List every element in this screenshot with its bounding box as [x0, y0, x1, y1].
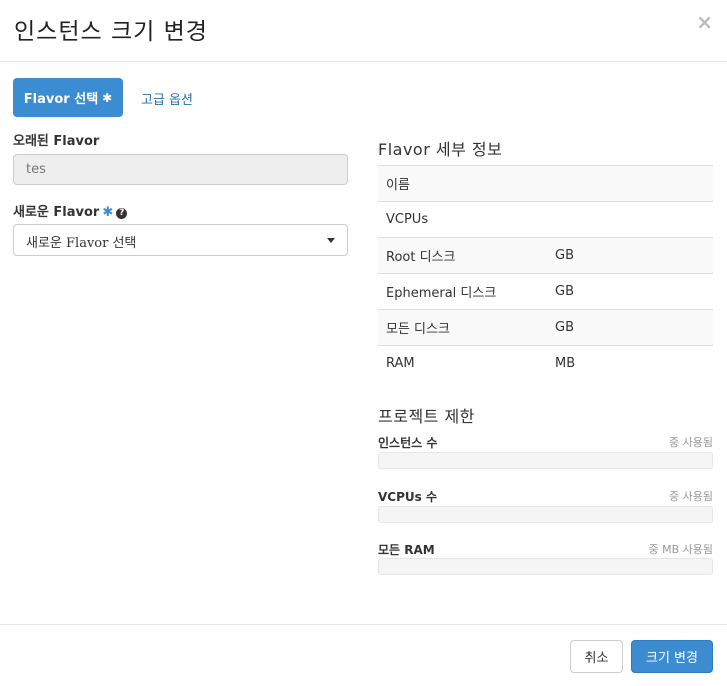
help-icon[interactable]: ? [116, 208, 128, 219]
quota-used-instances: 중 사용됨 [669, 436, 713, 449]
quota-bar-instances [378, 452, 713, 469]
quota-bar-vcpus [378, 506, 713, 523]
cancel-button[interactable]: 취소 [570, 640, 623, 673]
new-flavor-select-value: 새로운 Flavor 선택 [26, 236, 137, 251]
new-flavor-select[interactable]: 새로운 Flavor 선택 [13, 224, 348, 256]
detail-name: Root 디스크 [378, 237, 547, 274]
detail-value: MB [547, 345, 713, 381]
detail-name: RAM [378, 345, 547, 381]
old-flavor-label: 오래된 Flavor [13, 134, 100, 149]
quota-used-vcpus: 중 사용됨 [669, 490, 713, 503]
quota-label-ram: 모든 RAM [378, 543, 435, 557]
modal-header: 인스턴스 크기 변경 × [0, 0, 727, 62]
new-flavor-label: 새로운 Flavor [13, 205, 100, 220]
tab-advanced-options[interactable]: 고급 옵션 [141, 89, 193, 108]
old-flavor-field[interactable]: tes [13, 154, 348, 185]
new-flavor-label-group: 새로운 Flavor ✱? [13, 201, 128, 220]
quota-label-instances: 인스턴스 수 [378, 436, 438, 450]
quota-label-vcpus: VCPUs 수 [378, 490, 437, 504]
flavor-details-table: 이름 VCPUs Root 디스크 GB Ephemeral 디스크 GB 모든 디스크 GB… [378, 165, 713, 381]
detail-value: GB [547, 237, 713, 274]
table-row: Ephemeral 디스크 GB [378, 273, 713, 310]
detail-name: VCPUs [378, 201, 547, 238]
detail-name: 모든 디스크 [378, 309, 547, 346]
required-icon: ✱ [102, 205, 114, 220]
detail-name: Ephemeral 디스크 [378, 273, 547, 310]
required-icon: ✱ [102, 90, 113, 105]
table-row: VCPUs [378, 201, 713, 238]
table-row: Root 디스크 GB [378, 237, 713, 274]
detail-value: GB [547, 273, 713, 310]
quota-used-ram: 중 MB 사용됨 [648, 543, 713, 556]
modal-title: 인스턴스 크기 변경 [14, 19, 208, 45]
table-row: 이름 [378, 165, 713, 202]
resize-submit-button[interactable]: 크기 변경 [631, 640, 713, 673]
detail-name: 이름 [378, 165, 547, 202]
detail-value [547, 165, 713, 202]
flavor-details-title: Flavor 세부 정보 [378, 140, 503, 159]
detail-value: GB [547, 309, 713, 346]
caret-down-icon [327, 238, 335, 243]
detail-value [547, 201, 713, 238]
tab-flavor-select[interactable]: Flavor 선택 ✱ [13, 78, 123, 117]
quota-bar-ram [378, 558, 713, 575]
tab-flavor-select-label: Flavor 선택 [23, 92, 99, 107]
table-row: 모든 디스크 GB [378, 309, 713, 346]
close-icon[interactable]: × [696, 10, 713, 34]
project-limits-title: 프로젝트 제한 [378, 407, 475, 426]
table-row: RAM MB [378, 345, 713, 381]
